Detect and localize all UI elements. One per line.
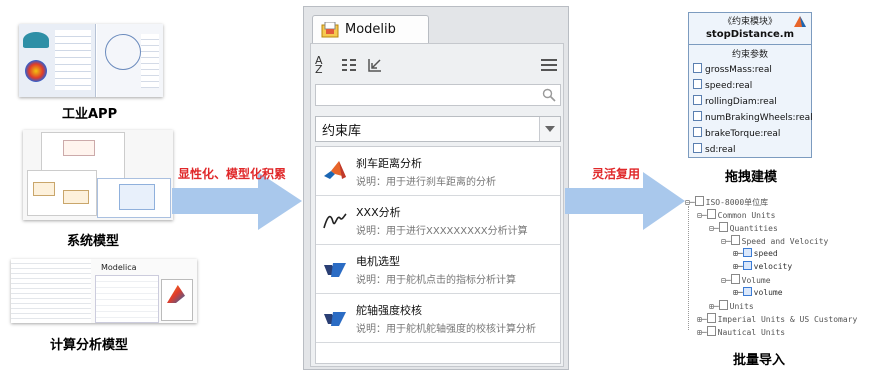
block-icon: [794, 16, 806, 27]
constraint-block[interactable]: 《约束模块》 stopDistance.m 约束参数 grossMass:rea…: [688, 12, 813, 158]
tab-label: Modelib: [345, 22, 396, 37]
system-model-thumbnail: [23, 130, 173, 220]
block-divider: [689, 44, 811, 45]
block-param: brakeTorque:real: [693, 127, 780, 139]
item-title: 舵轴强度校核: [356, 304, 422, 317]
modelica-label: Modelica: [101, 263, 137, 272]
tree-guide-line: [688, 206, 690, 330]
item-title: XXX分析: [356, 206, 401, 219]
modelib-panel: Modelib AZ 约束库 刹车距离分析 说明：用于进行刹车距离的分析 XXX…: [303, 6, 569, 370]
simulink-icon: [324, 312, 346, 326]
industrial-app-caption: 工业APP: [62, 107, 118, 122]
filter-icon[interactable]: [341, 57, 357, 73]
tree-node[interactable]: ⊞─ volume: [733, 287, 783, 297]
simulink-icon: [324, 263, 346, 277]
search-input[interactable]: [315, 84, 561, 106]
list-item[interactable]: 电机选型 说明：用于舵机点击的指标分析计算: [316, 245, 560, 294]
list-item[interactable]: XXX分析 说明：用于进行XXXXXXXXX分析计算: [316, 196, 560, 245]
panel-body: AZ 约束库 刹车距离分析 说明：用于进行刹车距离的分析 XXX分析 说明：用于…: [310, 43, 564, 367]
menu-icon[interactable]: [541, 58, 557, 72]
system-model-caption: 系统模型: [67, 234, 120, 249]
item-title: 电机选型: [356, 255, 400, 268]
block-param: speed:real: [693, 79, 752, 91]
library-select-value: 约束库: [322, 124, 362, 139]
block-stereotype: 《约束模块》: [722, 17, 777, 27]
block-param: numBrakingWheels:real: [693, 111, 813, 123]
search-icon[interactable]: [542, 88, 556, 102]
list-item[interactable]: 刹车距离分析 说明：用于进行刹车距离的分析: [316, 147, 560, 196]
block-param: sd:real: [693, 143, 736, 155]
tree-node[interactable]: ⊞─ Units: [709, 300, 754, 311]
tree-node[interactable]: ⊞─ Imperial Units & US Customary: [697, 313, 857, 324]
block-param: grossMass:real: [693, 63, 772, 75]
import-icon[interactable]: [367, 57, 383, 73]
tree-node[interactable]: ⊞─ speed: [733, 248, 778, 258]
item-desc: 说明：用于舵机点击的指标分析计算: [356, 275, 516, 286]
block-name: stopDistance.m: [705, 29, 795, 40]
right-arrow-label: 灵活复用: [592, 167, 641, 181]
tree-node[interactable]: ⊟─ Common Units: [697, 209, 775, 220]
item-desc: 说明：用于舵机舵轴强度的校核计算分析: [356, 324, 536, 335]
tree-node[interactable]: ⊟─ Speed and Velocity: [721, 235, 828, 246]
tree-node[interactable]: ⊟─ Volume: [721, 274, 771, 285]
tree-node[interactable]: ⊟─ ISO-8000单位库: [685, 196, 768, 208]
library-select[interactable]: 约束库: [315, 116, 561, 142]
tree-caption: 批量导入: [733, 353, 786, 368]
matlab-icon: [324, 161, 346, 179]
model-list: 刹车距离分析 说明：用于进行刹车距离的分析 XXX分析 说明：用于进行XXXXX…: [315, 146, 561, 364]
sort-az-icon[interactable]: AZ: [315, 55, 323, 75]
tree-node[interactable]: ⊞─ velocity: [733, 261, 792, 271]
computation-model-caption: 计算分析模型: [50, 338, 129, 353]
item-desc: 说明：用于进行XXXXXXXXX分析计算: [356, 226, 528, 237]
curve-icon: [323, 213, 347, 229]
chevron-down-icon[interactable]: [539, 117, 560, 141]
block-section-title: 约束参数: [731, 50, 768, 60]
computation-model-thumbnail: Modelica: [11, 259, 197, 323]
item-desc: 说明：用于进行刹车距离的分析: [356, 177, 496, 188]
tree-node[interactable]: ⊞─ Nautical Units: [697, 326, 785, 337]
industrial-app-thumbnail: [19, 24, 163, 97]
item-title: 刹车距离分析: [356, 157, 422, 170]
library-icon: [321, 22, 339, 38]
block-caption: 拖拽建模: [725, 170, 778, 185]
tab-modelib[interactable]: Modelib: [312, 15, 429, 44]
list-item[interactable]: 舵轴强度校核 说明：用于舵机舵轴强度的校核计算分析: [316, 294, 560, 343]
tree-node[interactable]: ⊟─ Quantities: [709, 222, 778, 233]
left-arrow-label: 显性化、模型化积累: [178, 167, 287, 181]
block-param: rollingDiam:real: [693, 95, 777, 107]
